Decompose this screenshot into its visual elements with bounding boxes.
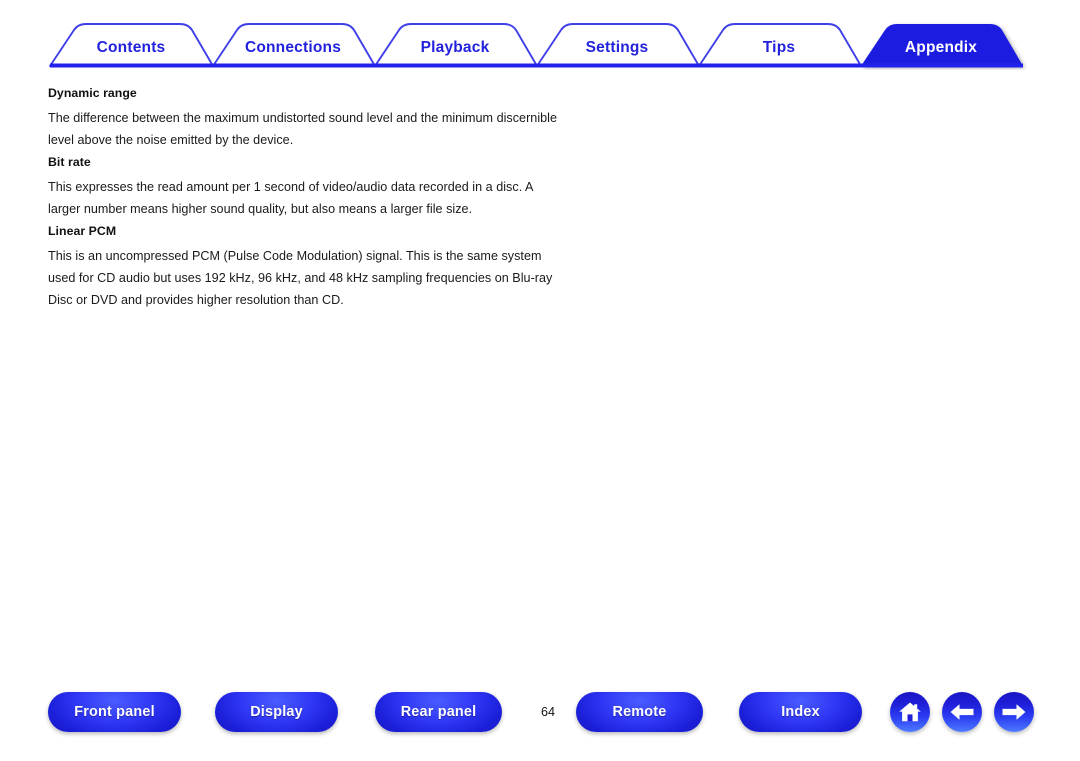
tab-connections-label: Connections [245,39,341,56]
remote-button-label: Remote [612,704,667,720]
next-page-button[interactable] [994,692,1034,732]
tab-contents[interactable]: Contents [49,23,214,67]
arrow-right-icon [1002,704,1026,720]
tab-bar: Contents Connections Playback Settings T… [0,0,1080,70]
tab-connections[interactable]: Connections [212,23,376,67]
bottom-navigation-bar: Front panel Display Rear panel 64 Remote… [0,692,1080,740]
glossary-entry-linear-pcm: Linear PCM This is an uncompressed PCM (… [48,224,568,312]
tab-settings[interactable]: Settings [536,23,700,67]
home-icon [899,702,921,722]
tab-appendix[interactable]: Appendix [861,24,1023,66]
remote-button[interactable]: Remote [576,692,703,732]
display-button[interactable]: Display [215,692,338,732]
section-heading: Bit rate [48,154,91,169]
section-body: This expresses the read amount per 1 sec… [48,180,533,217]
tab-bar-rule [50,63,1023,68]
index-button[interactable]: Index [739,692,862,732]
tab-appendix-label: Appendix [905,39,977,56]
glossary-content: Dynamic range The difference between the… [48,86,568,315]
home-button[interactable] [890,692,930,732]
index-button-label: Index [781,704,820,720]
tab-contents-label: Contents [97,39,166,56]
tab-tips[interactable]: Tips [698,23,862,67]
rear-panel-button[interactable]: Rear panel [375,692,502,732]
tab-playback[interactable]: Playback [374,23,538,67]
previous-page-button[interactable] [942,692,982,732]
front-panel-button[interactable]: Front panel [48,692,181,732]
tab-settings-label: Settings [586,39,649,56]
section-body: This is an uncompressed PCM (Pulse Code … [48,249,553,307]
glossary-entry-bit-rate: Bit rate This expresses the read amount … [48,155,568,221]
section-heading: Dynamic range [48,86,137,100]
rear-panel-button-label: Rear panel [400,704,477,720]
section-body: The difference between the maximum undis… [48,111,558,148]
arrow-left-icon [950,704,974,720]
glossary-entry-dynamic-range: Dynamic range The difference between the… [48,86,568,152]
page-number: 64 [540,705,555,719]
section-heading: Linear PCM [48,223,117,238]
tab-tips-label: Tips [763,39,795,56]
front-panel-button-label: Front panel [74,704,155,720]
display-button-label: Display [250,704,303,720]
tab-playback-label: Playback [421,39,490,56]
